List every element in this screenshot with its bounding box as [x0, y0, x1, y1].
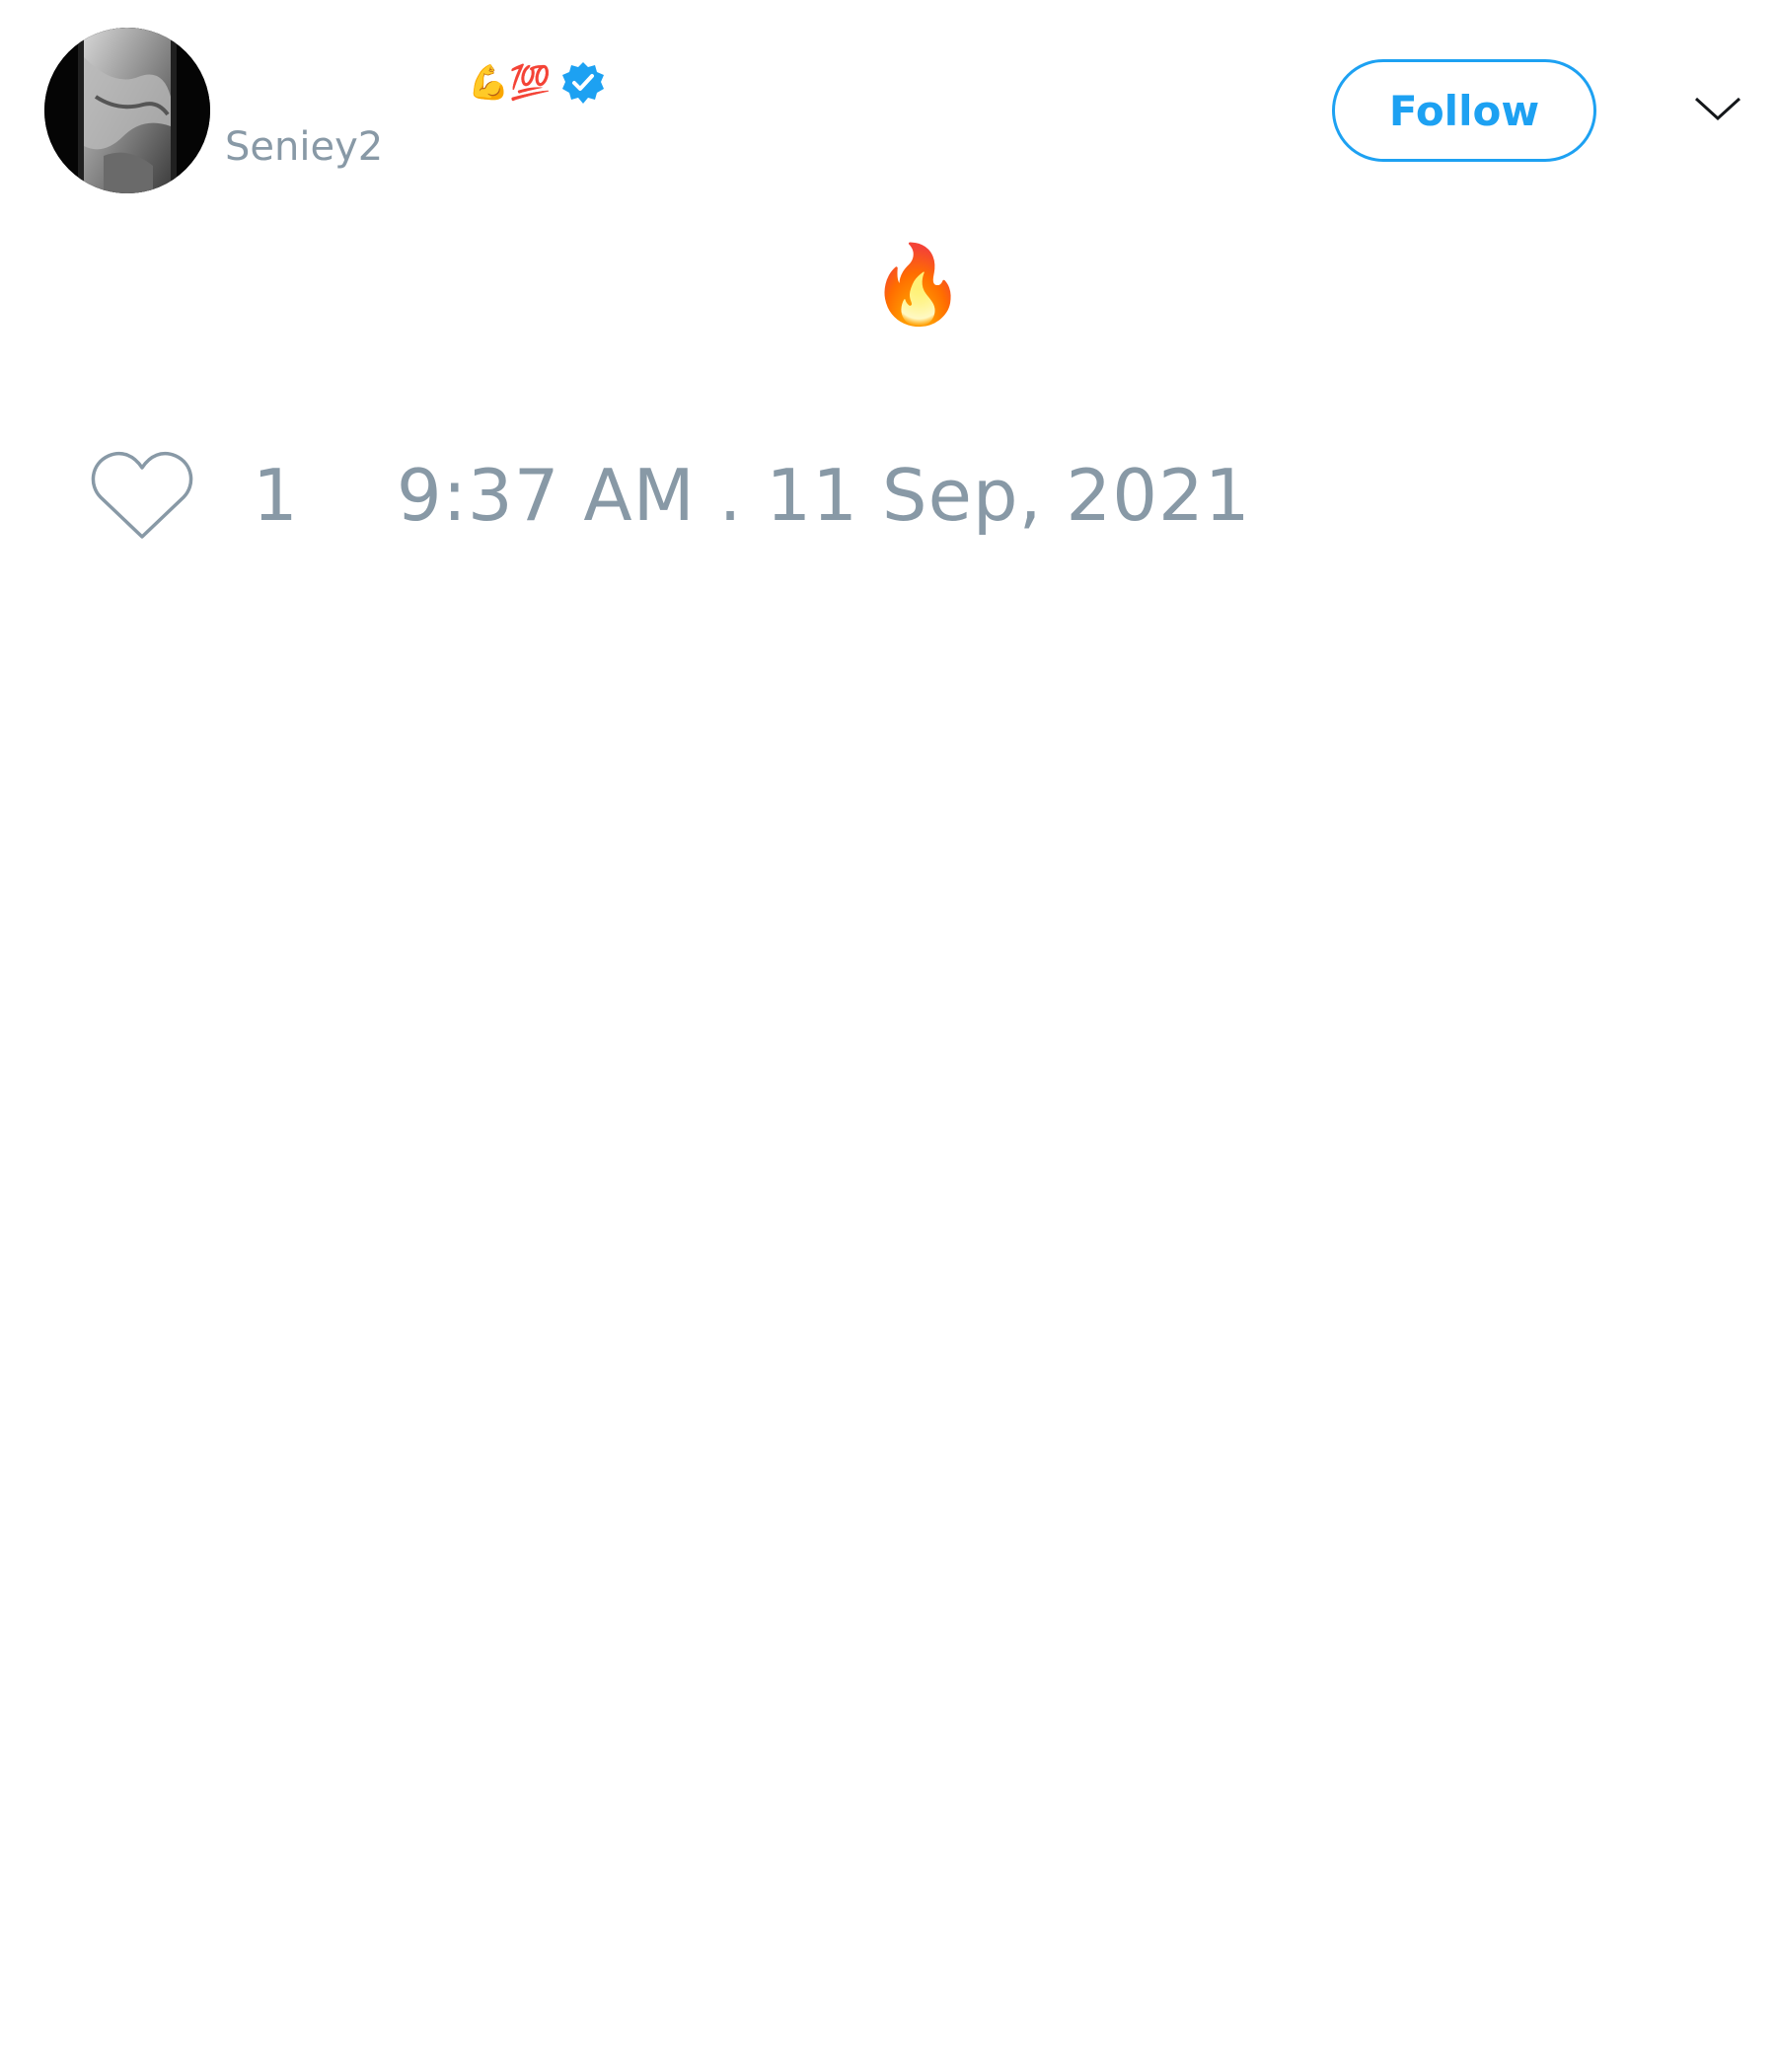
author-handle[interactable]: Seniey2 [225, 124, 383, 170]
tweet-footer: 1 9:37 AM . 11 Sep, 2021 [89, 446, 1251, 545]
tweet-timestamp[interactable]: 9:37 AM . 11 Sep, 2021 [397, 454, 1251, 537]
heart-icon[interactable] [89, 448, 195, 543]
display-name[interactable]: 💪💯 [223, 57, 607, 109]
verified-badge-icon [561, 62, 604, 104]
name-emoji: 💪💯 [468, 63, 552, 103]
avatar-image [44, 28, 210, 193]
tweet-text: 🔥 [869, 241, 966, 330]
chevron-down-icon[interactable] [1693, 91, 1742, 130]
avatar[interactable] [44, 28, 210, 193]
tweet-card: 💪💯 Seniey2 Follow 🔥 1 9:37 AM . 11 Sep, … [0, 0, 1776, 2072]
follow-button[interactable]: Follow [1332, 59, 1596, 162]
like-count: 1 [253, 454, 298, 537]
